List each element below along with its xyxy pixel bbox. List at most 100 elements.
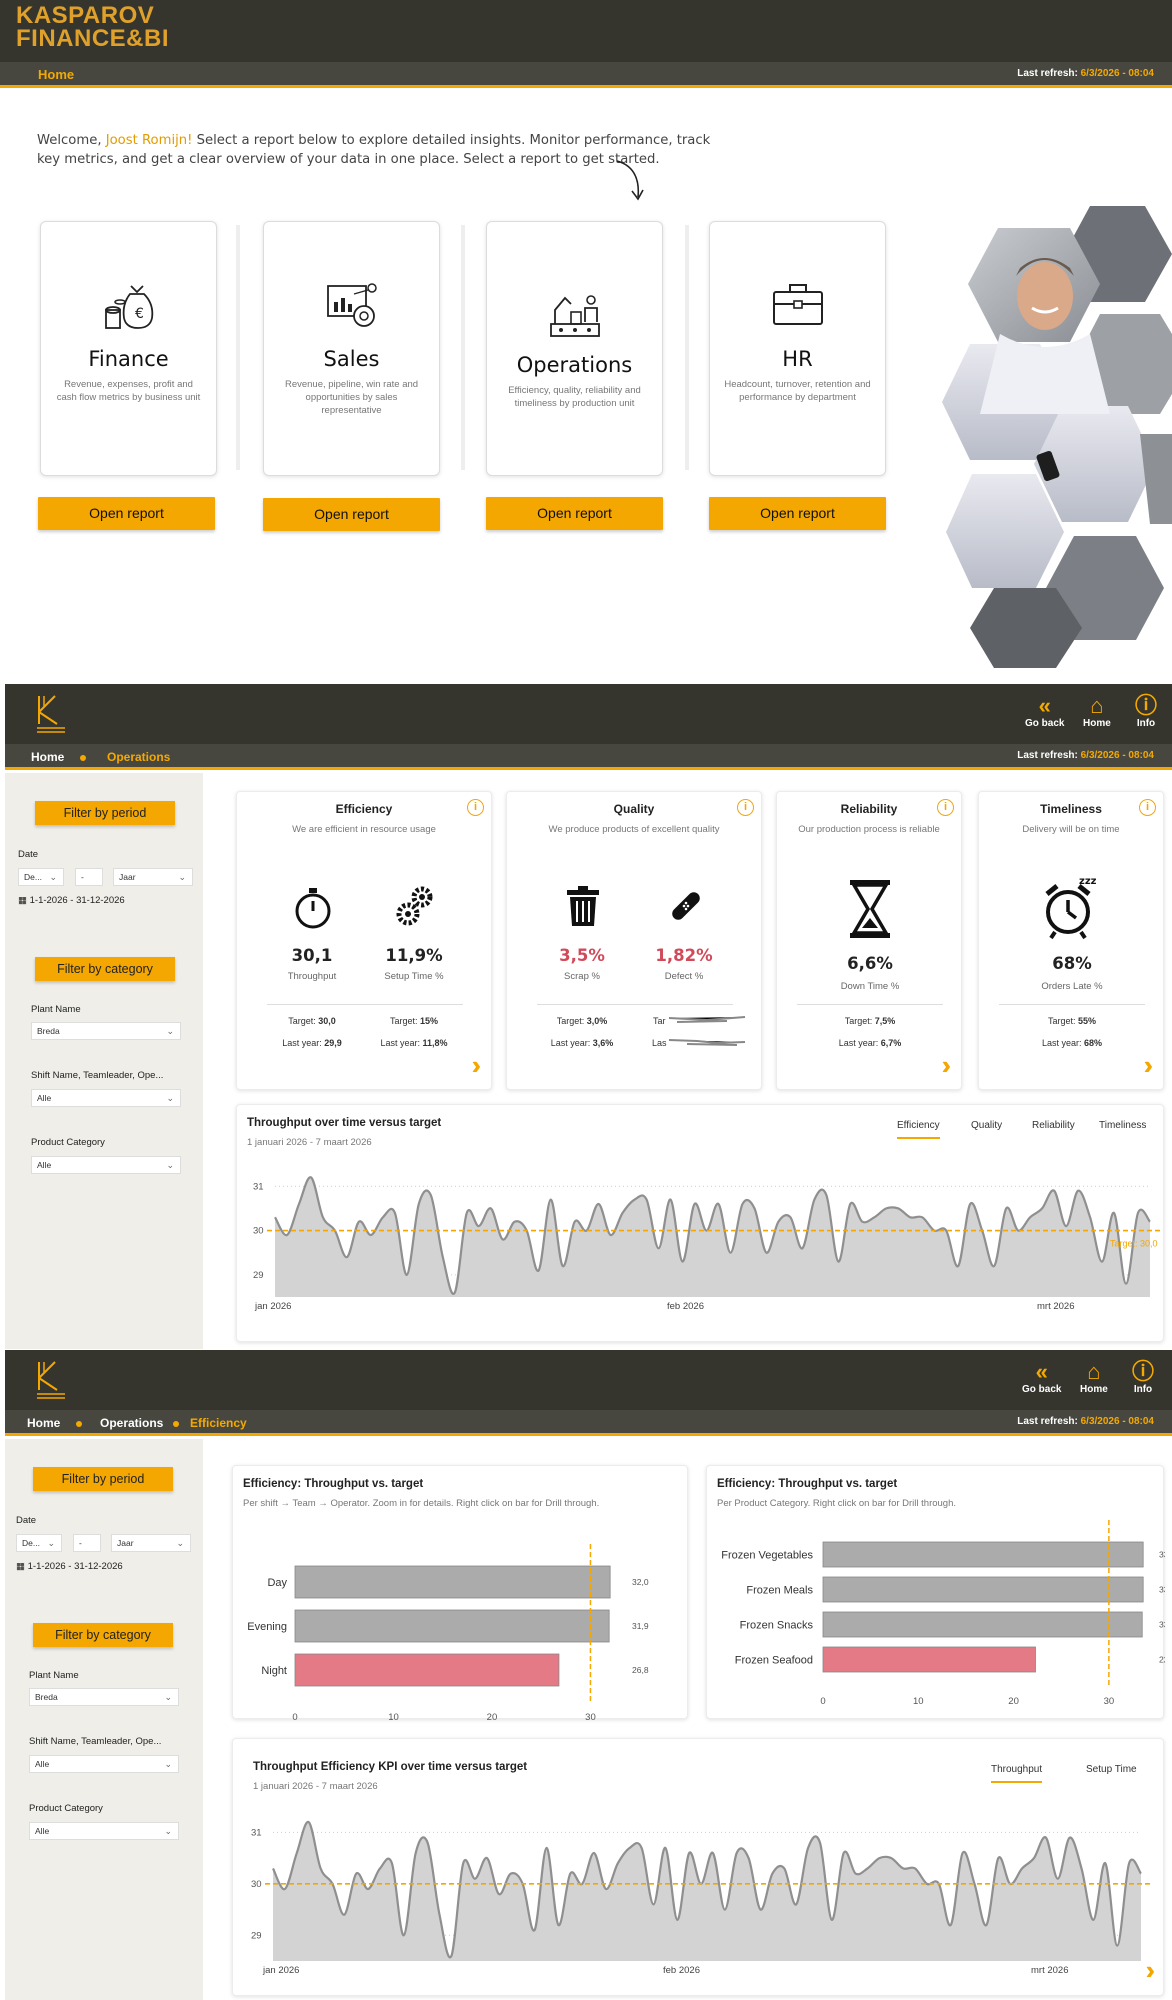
bar-category-label: Frozen Vegetables: [721, 1550, 813, 1562]
breadcrumb-operations[interactable]: Operations: [107, 750, 170, 764]
info-icon[interactable]: i: [737, 799, 754, 816]
date-unit-dropdown[interactable]: Jaar ⌄: [111, 1534, 191, 1552]
category-bar-chart[interactable]: Frozen Vegetables 33,6 Frozen Meals 33,6 Fro…: [707, 1466, 1165, 1720]
product-category-dropdown[interactable]: Alle ⌄: [31, 1156, 181, 1174]
info-icon[interactable]: i: [1139, 799, 1156, 816]
go-back-button[interactable]: «Go back: [1022, 1360, 1061, 1396]
home-button[interactable]: ⌂ Home: [1083, 694, 1111, 730]
shift-dropdown[interactable]: Alle ⌄: [29, 1755, 179, 1773]
report-card-operations[interactable]: Operations Efficiency, quality, reliabil…: [486, 221, 663, 476]
date-offset-value: -: [81, 872, 84, 882]
brand-logo[interactable]: KASPAROV FINANCE&BI: [16, 2, 169, 51]
date-mode-dropdown[interactable]: De... ⌄: [16, 1534, 62, 1552]
shift-label: Shift Name, Teamleader, Ope...: [31, 1070, 164, 1081]
kpi-card-quality[interactable]: Quality We produce products of excellent…: [506, 791, 762, 1090]
open-report-hr-button[interactable]: Open report: [709, 497, 886, 530]
target-prefix: Target:: [288, 1016, 319, 1026]
bar-category-label: Night: [261, 1665, 287, 1677]
kpi-last-year-truncated: Las: [652, 1038, 667, 1048]
date-unit-value: Jaar: [119, 872, 136, 882]
throughput-over-time-panel: Throughput over time versus target 1 jan…: [236, 1104, 1164, 1342]
breadcrumb-efficiency[interactable]: Efficiency: [190, 1416, 247, 1430]
x-tick-label: 10: [388, 1712, 399, 1720]
open-report-finance-button[interactable]: Open report: [38, 497, 215, 530]
drill-through-chevron-icon[interactable]: ››: [942, 1050, 954, 1081]
last-year-value: 29,9: [324, 1038, 342, 1048]
home-icon: ⌂: [1087, 1359, 1101, 1384]
breadcrumb-home[interactable]: Home: [31, 750, 64, 764]
plant-name-dropdown[interactable]: Breda ⌄: [29, 1688, 179, 1706]
shift-value: Alle: [37, 1093, 52, 1103]
shift-label: Shift Name, Teamleader, Ope...: [29, 1736, 162, 1747]
plant-name-value: Breda: [35, 1692, 58, 1702]
last-refresh: Last refresh: 6/3/2026 - 08:04: [1017, 750, 1154, 761]
date-range: ▦ 1-1-2026 - 31-12-2026: [18, 895, 125, 906]
k-logo-icon[interactable]: [35, 1360, 67, 1400]
x-tick-label: mrt 2026: [1037, 1301, 1075, 1312]
report-card-hr[interactable]: HR Headcount, turnover, retention and pe…: [709, 221, 886, 476]
info-icon[interactable]: i: [467, 799, 484, 816]
kpi-label: Throughput: [287, 971, 337, 982]
report-card-finance[interactable]: € Finance Revenue, expenses, profit and …: [40, 221, 217, 476]
report-card-sales[interactable]: Sales Revenue, pipeline, win rate and op…: [263, 221, 440, 476]
filter-by-category-button[interactable]: Filter by category: [33, 1623, 173, 1647]
efficiency-breadcrumb: Home Operations Efficiency Last refresh:…: [5, 1410, 1172, 1436]
brand-line-1: KASPAROV: [16, 2, 155, 29]
drill-through-chevron-icon[interactable]: ››: [472, 1050, 484, 1081]
chevron-down-icon: ⌄: [166, 1093, 174, 1103]
filter-by-category-button[interactable]: Filter by category: [35, 957, 175, 981]
home-button[interactable]: ⌂ Home: [1080, 1359, 1108, 1396]
home-label: Home: [1083, 718, 1111, 729]
kpi-value: 30,1: [291, 946, 333, 965]
kpi-card-efficiency[interactable]: Efficiency We are efficient in resource …: [236, 791, 492, 1090]
money-bag-icon: €: [104, 285, 153, 329]
throughput-efficiency-area-chart[interactable]: 31 30 29 jan 2026 feb 2026 mrt 2026: [233, 1739, 1165, 1997]
bar-category-label: Frozen Seafood: [735, 1655, 813, 1667]
kpi-label: Down Time %: [840, 981, 900, 992]
open-report-operations-button[interactable]: Open report: [486, 497, 663, 530]
trash-icon: [567, 886, 599, 926]
kpi-card-reliability[interactable]: Reliability Our production process is re…: [776, 791, 962, 1090]
date-range-value: 1-1-2026 - 31-12-2026: [29, 895, 125, 906]
product-category-dropdown[interactable]: Alle ⌄: [29, 1822, 179, 1840]
breadcrumb-operations[interactable]: Operations: [100, 1416, 163, 1430]
date-mode-dropdown[interactable]: De... ⌄: [18, 868, 64, 886]
card-divider: [685, 225, 689, 470]
filter-by-period-button[interactable]: Filter by period: [33, 1467, 173, 1491]
kpi-label: Scrap %: [564, 971, 600, 982]
x-tick-label: mrt 2026: [1031, 1965, 1069, 1976]
y-tick-label: 30: [251, 1879, 262, 1890]
shift-dropdown[interactable]: Alle ⌄: [31, 1089, 181, 1107]
plant-name-dropdown[interactable]: Breda ⌄: [31, 1022, 181, 1040]
target-value: 30,0: [318, 1016, 336, 1026]
card-title: Sales: [323, 347, 380, 371]
date-offset-input[interactable]: -: [75, 868, 103, 886]
kpi-title: Timeliness: [1040, 802, 1102, 816]
kpi-target: Target: 30,0: [257, 1016, 367, 1026]
kpi-card-timeliness[interactable]: Timeliness Delivery will be on time i zz…: [978, 791, 1164, 1090]
throughput-area-chart[interactable]: 31 30 29 Target: 30,0 jan 2026 feb 2026 mrt 20…: [237, 1105, 1165, 1343]
go-back-button[interactable]: «Go back: [1025, 694, 1064, 730]
target-prefix: Target:: [556, 1016, 587, 1026]
landing-header: KASPAROV FINANCE&BI: [0, 0, 1172, 62]
breadcrumb-home[interactable]: Home: [27, 1416, 60, 1430]
k-logo-icon[interactable]: [35, 694, 67, 734]
info-icon[interactable]: i: [937, 799, 954, 816]
kpi-last-year: Last year: 29,9: [257, 1038, 367, 1048]
last-year-prefix: Last year:: [550, 1038, 593, 1048]
nav-home-link[interactable]: Home: [38, 67, 74, 82]
open-report-sales-button[interactable]: Open report: [263, 498, 440, 531]
date-offset-input[interactable]: -: [73, 1534, 101, 1552]
svg-text:zzz: zzz: [1079, 876, 1097, 887]
date-offset-value: -: [79, 1538, 82, 1548]
last-year-prefix: Last year:: [1041, 1038, 1084, 1048]
drill-through-chevron-icon[interactable]: ››: [1144, 1050, 1156, 1081]
shift-bar-chart[interactable]: Day 32,0 Evening 31,9 Night 26,8 0 10 20 30: [233, 1466, 689, 1720]
filter-by-period-button[interactable]: Filter by period: [35, 801, 175, 825]
info-button[interactable]: ⓘ Info: [1132, 1360, 1154, 1396]
date-unit-dropdown[interactable]: Jaar ⌄: [113, 868, 193, 886]
refresh-label: Last refresh:: [1017, 750, 1078, 761]
info-button[interactable]: ⓘ Info: [1135, 694, 1157, 730]
drill-through-chevron-icon[interactable]: ››: [1146, 1955, 1158, 1986]
x-tick-label: feb 2026: [667, 1301, 704, 1312]
